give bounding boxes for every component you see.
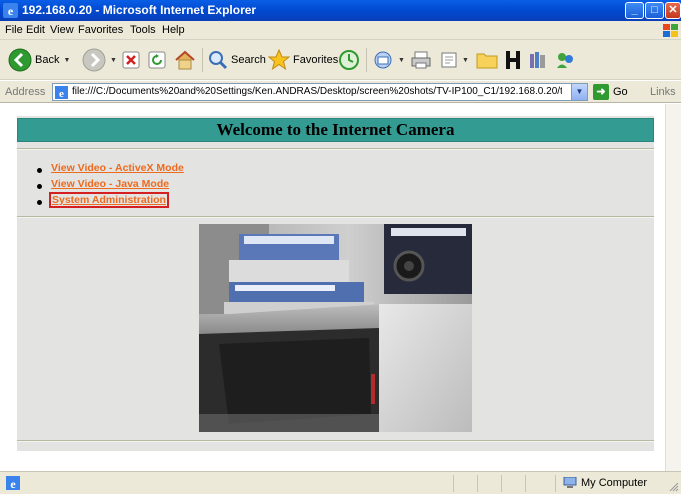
close-button[interactable]: ✕ bbox=[665, 2, 681, 19]
address-dropdown-icon[interactable]: ▼ bbox=[571, 84, 587, 100]
mail-dropdown-icon[interactable]: ▼ bbox=[398, 57, 405, 64]
page-done-icon: e bbox=[6, 476, 20, 490]
menu-edit[interactable]: Edit bbox=[26, 24, 45, 36]
address-bar: Address e file:///C:/Documents%20and%20S… bbox=[0, 81, 681, 103]
status-pane bbox=[525, 475, 555, 492]
bullet-icon bbox=[37, 184, 42, 189]
back-label: Back bbox=[35, 54, 60, 66]
window-title: 192.168.0.20 - Microsoft Internet Explor… bbox=[22, 3, 257, 17]
ie-logo-icon: e bbox=[3, 3, 18, 18]
list-item: System Administration bbox=[37, 192, 184, 210]
list-item: View Video - Java Mode bbox=[37, 178, 184, 194]
go-arrow-icon: ➜ bbox=[593, 84, 609, 100]
back-button[interactable]: Back ▼ bbox=[8, 46, 70, 74]
camera-scene bbox=[199, 224, 472, 432]
security-zone: My Computer bbox=[563, 477, 647, 489]
toolbar-separator bbox=[202, 48, 203, 72]
computer-icon bbox=[563, 477, 577, 488]
go-button[interactable]: ➜ Go bbox=[593, 84, 628, 100]
favorites-label: Favorites bbox=[293, 54, 339, 66]
h-button[interactable] bbox=[504, 46, 522, 74]
forward-arrow-icon bbox=[82, 48, 106, 72]
windows-logo-icon bbox=[663, 24, 678, 37]
history-button[interactable] bbox=[338, 46, 360, 74]
research-button[interactable] bbox=[528, 46, 548, 74]
stop-icon bbox=[122, 51, 140, 69]
divider bbox=[17, 216, 654, 218]
svg-text:e: e bbox=[8, 4, 14, 18]
home-icon bbox=[175, 50, 195, 70]
messenger-icon bbox=[557, 53, 573, 68]
links-toolbar[interactable]: Links bbox=[650, 86, 676, 98]
status-pane bbox=[453, 475, 477, 492]
system-administration-link[interactable]: System Administration bbox=[49, 192, 169, 208]
menu-file[interactable]: File bbox=[5, 24, 23, 36]
menu-favorites[interactable]: Favorites bbox=[78, 24, 123, 36]
toolbar: Back ▼ ▼ Search Favorites ▼ ▼ bbox=[0, 40, 681, 80]
divider bbox=[17, 440, 654, 442]
address-input[interactable]: e file:///C:/Documents%20and%20Settings/… bbox=[52, 83, 588, 101]
forward-dropdown-icon[interactable]: ▼ bbox=[110, 57, 117, 64]
status-pane bbox=[477, 475, 501, 492]
edit-button[interactable]: ▼ bbox=[440, 46, 469, 74]
status-pane bbox=[501, 475, 525, 492]
maximize-button[interactable]: □ bbox=[645, 2, 664, 19]
messenger-button[interactable] bbox=[554, 46, 576, 74]
go-label: Go bbox=[613, 86, 628, 98]
home-button[interactable] bbox=[174, 46, 196, 74]
page-icon: e bbox=[55, 86, 68, 99]
page-heading: Welcome to the Internet Camera bbox=[216, 120, 455, 139]
history-icon bbox=[339, 50, 359, 70]
camera-home-page: Welcome to the Internet Camera View Vide… bbox=[17, 116, 654, 451]
stop-button[interactable] bbox=[122, 46, 140, 74]
address-label: Address bbox=[5, 86, 46, 98]
address-url: file:///C:/Documents%20and%20Settings/Ke… bbox=[72, 86, 562, 97]
svg-text:e: e bbox=[59, 88, 64, 99]
favorites-star-icon bbox=[268, 49, 290, 71]
list-item: View Video - ActiveX Mode bbox=[37, 162, 184, 178]
search-label: Search bbox=[231, 54, 266, 66]
bullet-icon bbox=[37, 168, 42, 173]
zone-label: My Computer bbox=[581, 477, 648, 489]
back-arrow-icon bbox=[8, 48, 32, 72]
menu-tools[interactable]: Tools bbox=[130, 24, 156, 36]
menu-view[interactable]: View bbox=[50, 24, 74, 36]
search-icon bbox=[209, 51, 228, 70]
nav-link-list: View Video - ActiveX Mode View Video - J… bbox=[37, 162, 184, 210]
menu-bar: File Edit View Favorites Tools Help bbox=[0, 21, 681, 40]
forward-button[interactable]: ▼ bbox=[82, 46, 117, 74]
h-logo-icon bbox=[506, 51, 520, 69]
mail-button[interactable]: ▼ bbox=[372, 46, 405, 74]
svg-text:e: e bbox=[10, 477, 16, 490]
camera-snapshot-image bbox=[199, 224, 472, 432]
menu-help[interactable]: Help bbox=[162, 24, 185, 36]
refresh-icon bbox=[148, 51, 166, 69]
welcome-banner: Welcome to the Internet Camera bbox=[17, 118, 654, 142]
bullet-icon bbox=[37, 200, 42, 205]
minimize-button[interactable]: _ bbox=[625, 2, 644, 19]
page-viewport: Welcome to the Internet Camera View Vide… bbox=[0, 104, 681, 471]
favorites-button[interactable]: Favorites bbox=[268, 46, 338, 74]
edit-dropdown-icon[interactable]: ▼ bbox=[462, 57, 469, 64]
refresh-button[interactable] bbox=[148, 46, 166, 74]
divider bbox=[17, 148, 654, 150]
vertical-scrollbar[interactable] bbox=[665, 104, 681, 471]
resize-grip-icon[interactable] bbox=[669, 482, 679, 492]
view-video-activex-link[interactable]: View Video - ActiveX Mode bbox=[51, 162, 184, 174]
view-video-java-link[interactable]: View Video - Java Mode bbox=[51, 178, 169, 190]
edit-page-icon bbox=[441, 52, 457, 68]
search-button[interactable]: Search bbox=[208, 46, 266, 74]
status-bar: e My Computer bbox=[0, 471, 681, 494]
folder-icon bbox=[476, 53, 498, 69]
books-icon bbox=[530, 52, 545, 68]
mail-icon bbox=[374, 51, 392, 69]
title-bar: e 192.168.0.20 - Microsoft Internet Expl… bbox=[0, 0, 681, 21]
print-button[interactable] bbox=[410, 46, 432, 74]
printer-icon bbox=[411, 51, 431, 69]
back-dropdown-icon[interactable]: ▼ bbox=[63, 57, 70, 64]
folder-button[interactable] bbox=[476, 46, 498, 74]
toolbar-separator bbox=[366, 48, 367, 72]
